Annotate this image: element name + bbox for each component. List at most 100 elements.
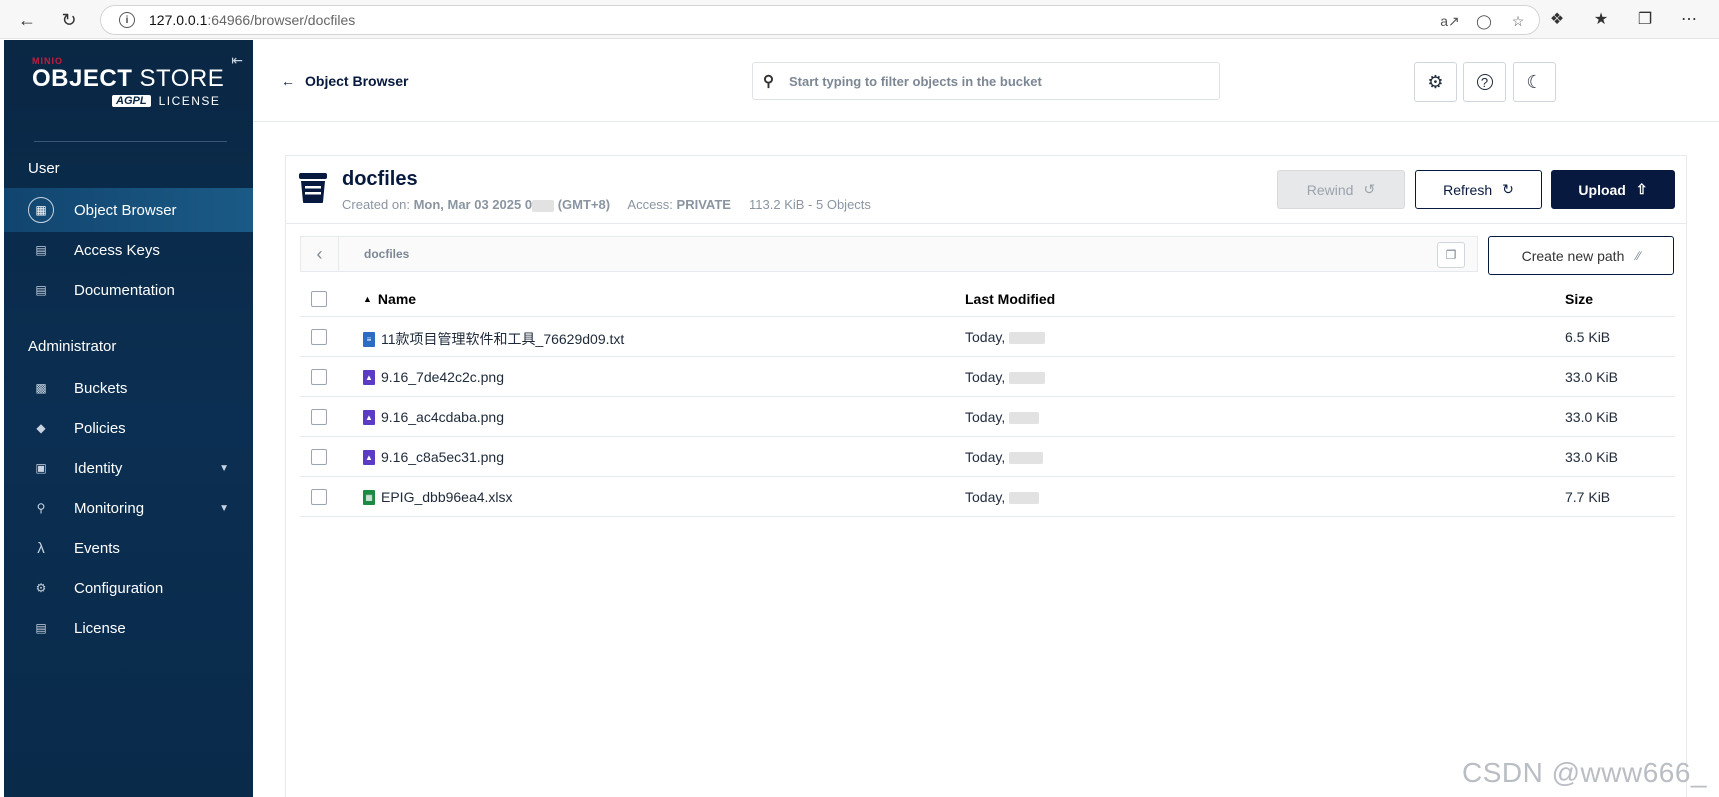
object-store-logo: MINIO OBJECT STORE AGPL LICENSE	[32, 56, 232, 108]
file-size: 33.0 KiB	[1565, 409, 1618, 425]
last-modified: Today,	[965, 409, 1006, 425]
help-button[interactable]: ?	[1463, 62, 1506, 102]
object-browser-icon: ▦	[28, 197, 54, 223]
table-header: ▲ Name Last Modified Size	[300, 281, 1675, 317]
sidebar-item-label: Monitoring	[74, 499, 145, 517]
row-checkbox[interactable]	[311, 489, 327, 505]
access-keys-icon: ▤	[35, 243, 47, 257]
row-checkbox[interactable]	[311, 329, 327, 345]
read-aloud-icon[interactable]: a↗	[1439, 10, 1461, 32]
last-modified: Today,	[965, 329, 1006, 345]
create-new-path-button[interactable]: Create new path ⁄⁄	[1488, 236, 1674, 275]
sidebar-item-license[interactable]: ▤ License	[4, 606, 253, 650]
chevron-down-icon[interactable]: ▼	[219, 503, 229, 514]
file-name[interactable]: 9.16_7de42c2c.png	[381, 369, 504, 385]
redacted-block	[1009, 412, 1040, 425]
sidebar-item-label: Policies	[74, 419, 126, 437]
create-new-path-label: Create new path	[1521, 247, 1625, 264]
file-size: 33.0 KiB	[1565, 449, 1618, 465]
collapse-sidebar-icon[interactable]: ⇤	[231, 52, 243, 69]
identity-icon: ▣	[35, 461, 47, 475]
sidebar-item-configuration[interactable]: ⚙ Configuration	[4, 566, 253, 610]
sidebar-item-buckets[interactable]: ▩ Buckets	[4, 366, 253, 410]
copy-path-button[interactable]: ❐	[1437, 242, 1465, 268]
settings-button[interactable]: ⚙	[1414, 62, 1457, 102]
sidebar-item-events[interactable]: λ Events	[4, 526, 253, 570]
sidebar-item-label: Access Keys	[74, 241, 160, 259]
select-all-checkbox[interactable]	[311, 291, 327, 307]
column-size-header[interactable]: Size	[1565, 291, 1593, 307]
redacted-block	[1009, 332, 1046, 345]
bucket-meta: Created on: Mon, Mar 03 2025 0 (GMT+8) A…	[342, 197, 871, 212]
edge-icon[interactable]: ◯	[1473, 10, 1495, 32]
search-placeholder: Start typing to filter objects in the bu…	[789, 73, 1042, 89]
file-name[interactable]: 9.16_c8a5ec31.png	[381, 449, 504, 465]
file-size: 6.5 KiB	[1565, 329, 1611, 345]
filter-objects-search[interactable]: ⚲ Start typing to filter objects in the …	[752, 62, 1220, 100]
file-size: 7.7 KiB	[1565, 489, 1611, 505]
column-modified-header[interactable]: Last Modified	[965, 291, 1055, 307]
reload-icon[interactable]: ↻	[56, 7, 82, 33]
sidebar-item-object-browser[interactable]: ▦ Object Browser	[4, 188, 253, 232]
lambda-icon: λ	[37, 539, 45, 557]
row-checkbox[interactable]	[311, 409, 327, 425]
table-row[interactable]: ▦ EPIG_dbb96ea4.xlsx Today, 7.7 KiB	[300, 477, 1675, 517]
table-row[interactable]: ▲ 9.16_7de42c2c.png Today, 33.0 KiB	[300, 357, 1675, 397]
row-checkbox[interactable]	[311, 369, 327, 385]
rewind-button[interactable]: Rewind ↺	[1277, 170, 1405, 209]
redacted-block	[1009, 492, 1040, 505]
sidebar-item-monitoring[interactable]: ⚲ Monitoring ▼	[4, 486, 253, 530]
sidebar-item-access-keys[interactable]: ▤ Access Keys	[4, 228, 253, 272]
collections-icon[interactable]: ❐	[1633, 7, 1657, 31]
breadcrumb[interactable]: docfiles	[364, 247, 409, 261]
table-row[interactable]: ▲ 9.16_c8a5ec31.png Today, 33.0 KiB	[300, 437, 1675, 477]
upload-button[interactable]: Upload ⇧	[1551, 170, 1675, 209]
rewind-label: Rewind	[1306, 181, 1354, 198]
extensions-icon[interactable]: ❖	[1545, 7, 1569, 31]
refresh-icon: ↻	[1502, 181, 1514, 197]
bucket-header: docfiles Created on: Mon, Mar 03 2025 0 …	[286, 156, 1686, 224]
timezone: (GMT+8)	[557, 197, 611, 212]
file-name[interactable]: 9.16_ac4cdaba.png	[381, 409, 504, 425]
back-arrow-icon[interactable]: ←	[14, 7, 40, 33]
gear-icon: ⚙	[1427, 71, 1444, 92]
shield-icon: ◆	[36, 421, 46, 435]
favorite-star-icon[interactable]: ☆	[1507, 10, 1529, 32]
moon-icon: ☾	[1526, 71, 1543, 92]
path-back-button[interactable]: ‹	[301, 237, 339, 271]
row-checkbox[interactable]	[311, 449, 327, 465]
license-icon: ▤	[35, 621, 47, 635]
logo-divider	[34, 141, 227, 142]
sidebar-item-label: Events	[74, 539, 120, 557]
chevron-down-icon[interactable]: ▼	[219, 463, 229, 474]
more-menu-icon[interactable]: ⋯	[1677, 7, 1701, 31]
image-file-icon: ▲	[363, 449, 375, 465]
file-name[interactable]: 11款项目管理软件和工具_76629d09.txt	[381, 329, 624, 349]
sidebar-item-identity[interactable]: ▣ Identity ▼	[4, 446, 253, 490]
csdn-watermark: CSDN @www666_	[1462, 757, 1707, 788]
favorites-icon[interactable]: ★	[1589, 7, 1613, 31]
copy-icon: ❐	[1445, 248, 1457, 262]
address-bar[interactable]: i 127.0.0.1 :64966/browser/docfiles a↗ ◯…	[100, 5, 1540, 35]
refresh-button[interactable]: Refresh ↻	[1415, 170, 1542, 209]
file-name[interactable]: EPIG_dbb96ea4.xlsx	[381, 489, 513, 505]
sidebar-item-label: License	[74, 619, 126, 637]
browser-chrome: ← ↻ i 127.0.0.1 :64966/browser/docfiles …	[0, 0, 1719, 39]
header-label: Name	[377, 291, 417, 307]
dark-mode-toggle[interactable]: ☾	[1513, 62, 1556, 102]
image-file-icon: ▲	[363, 369, 375, 385]
column-name-header[interactable]: ▲ Name	[363, 291, 416, 307]
sidebar-item-documentation[interactable]: ▤ Documentation	[4, 268, 253, 312]
table-row[interactable]: ▲ 9.16_ac4cdaba.png Today, 33.0 KiB	[300, 397, 1675, 437]
logo-agpl: AGPL	[112, 95, 151, 107]
object-browser-back-link[interactable]: ← Object Browser	[281, 73, 408, 89]
sidebar: MINIO OBJECT STORE AGPL LICENSE ⇤ User ▦…	[4, 40, 253, 797]
top-bar: ← Object Browser ⚲ Start typing to filte…	[253, 40, 1719, 122]
path-bar: ‹ docfiles ❐	[300, 236, 1478, 272]
table-row[interactable]: ≡ 11款项目管理软件和工具_76629d09.txt Today, 6.5 Ki…	[300, 317, 1675, 357]
section-user: User	[28, 160, 60, 177]
site-info-icon[interactable]: i	[119, 12, 135, 28]
sidebar-item-policies[interactable]: ◆ Policies	[4, 406, 253, 450]
image-file-icon: ▲	[363, 409, 375, 425]
sidebar-item-label: Identity	[74, 459, 123, 477]
